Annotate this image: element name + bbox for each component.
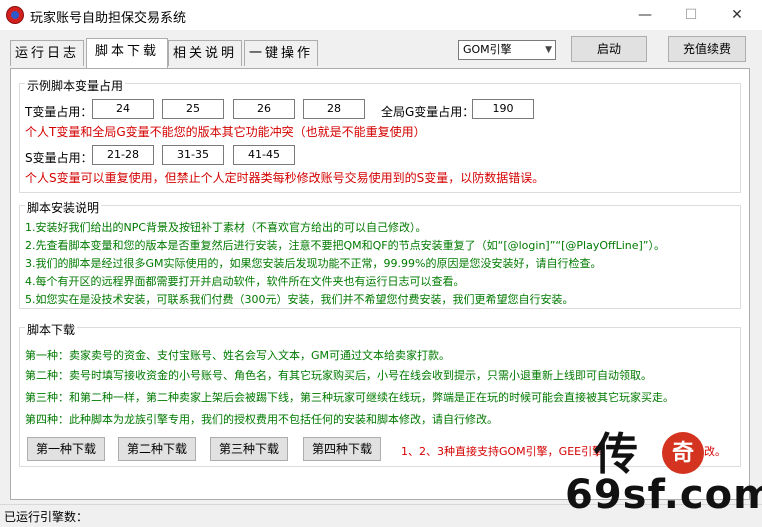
vars-group-title: 示例脚本变量占用 bbox=[25, 77, 126, 94]
install-line-4: 4.每个有开区的远程界面都需要打开并启动软件，软件所在文件夹也有运行日志可以查看… bbox=[25, 275, 465, 288]
download-group-title: 脚本下载 bbox=[25, 321, 78, 338]
download-button-3[interactable]: 第三种下载 bbox=[210, 437, 288, 461]
install-line-3: 3.我们的脚本是经过很多GM实际使用的，如果您安装后发现功能不正常，99.99%… bbox=[25, 257, 602, 270]
g-var-input[interactable]: 190 bbox=[472, 99, 534, 119]
tab-related-info[interactable]: 相关说明 bbox=[168, 40, 242, 66]
watermark-url: 69sf.com bbox=[565, 472, 762, 518]
maximize-button[interactable]: ☐ bbox=[668, 0, 714, 30]
tab-one-click[interactable]: 一键操作 bbox=[244, 40, 318, 66]
s-var-input-3[interactable]: 41-45 bbox=[233, 145, 295, 165]
t-var-input-2[interactable]: 25 bbox=[162, 99, 224, 119]
recharge-button[interactable]: 充值续费 bbox=[668, 36, 746, 62]
chevron-down-icon: ▼ bbox=[545, 45, 552, 55]
g-var-label: 全局G变量占用： bbox=[381, 105, 475, 119]
t-var-input-4[interactable]: 28 bbox=[303, 99, 365, 119]
status-text: 已运行引擎数： bbox=[4, 510, 89, 524]
download-button-1[interactable]: 第一种下载 bbox=[27, 437, 105, 461]
s-var-input-2[interactable]: 31-35 bbox=[162, 145, 224, 165]
title-bar: 玩家账号自助担保交易系统 — ☐ ✕ bbox=[0, 0, 762, 30]
t-var-note: 个人T变量和全局G变量不能您的版本其它功能冲突（也就是不能重复使用） bbox=[25, 125, 426, 139]
install-line-1: 1.安装好我们给出的NPC背景及按钮补丁素材（不喜欢官方给出的可以自己修改）。 bbox=[25, 221, 427, 234]
engine-select-value: GOM引擎 bbox=[463, 43, 512, 56]
app-icon bbox=[6, 6, 24, 24]
download-button-4[interactable]: 第四种下载 bbox=[303, 437, 381, 461]
s-var-note: 个人S变量可以重复使用，但禁止个人定时器类每秒修改账号交易使用到的S变量，以防数… bbox=[25, 171, 545, 185]
t-var-input-1[interactable]: 24 bbox=[92, 99, 154, 119]
t-var-input-3[interactable]: 26 bbox=[233, 99, 295, 119]
download-note-end: 改。 bbox=[704, 445, 726, 458]
tab-script-download[interactable]: 脚本下载 bbox=[86, 38, 168, 68]
tab-panel: 示例脚本变量占用 T变量占用： 24 25 26 28 全局G变量占用： 190… bbox=[10, 68, 750, 500]
download-line-2: 第二种：卖号时填写接收资金的小号账号、角色名，有其它玩家购买后，小号在线会收到提… bbox=[25, 369, 652, 382]
install-line-2: 2.先查看脚本变量和您的版本是否重复然后进行安装，注意不要把QM和QF的节点安装… bbox=[25, 239, 665, 252]
start-button[interactable]: 启动 bbox=[571, 36, 647, 62]
s-var-label: S变量占用： bbox=[25, 151, 93, 165]
download-line-1: 第一种：卖家卖号的资金、支付宝账号、姓名会写入文本，GM可通过文本给卖家打款。 bbox=[25, 349, 451, 362]
window-title: 玩家账号自助担保交易系统 bbox=[30, 11, 187, 26]
watermark-logo-badge: 奇 bbox=[662, 432, 704, 474]
install-line-5: 5.如您实在是没技术安装，可联系我们付费（300元）安装，我们并不希望您付费安装… bbox=[25, 293, 574, 306]
minimize-button[interactable]: — bbox=[622, 0, 668, 30]
download-note: 1、2、3种直接支持GOM引擎，GEE引擎 bbox=[401, 445, 604, 458]
install-group-title: 脚本安装说明 bbox=[25, 199, 102, 216]
s-var-input-1[interactable]: 21-28 bbox=[92, 145, 154, 165]
download-line-3: 第三种：和第二种一样，第二种卖家上架后会被踢下线，第三种玩家可继续在线玩，弊端是… bbox=[25, 391, 674, 404]
download-button-2[interactable]: 第二种下载 bbox=[118, 437, 196, 461]
tab-run-log[interactable]: 运行日志 bbox=[10, 40, 84, 66]
download-line-4: 第四种：此种脚本为龙族引擎专用，我们的授权费用不包括任何的安装和脚本修改，请自行… bbox=[25, 413, 498, 426]
close-button[interactable]: ✕ bbox=[714, 0, 760, 30]
engine-select[interactable]: GOM引擎 ▼ bbox=[458, 40, 556, 60]
t-var-label: T变量占用： bbox=[25, 105, 93, 119]
